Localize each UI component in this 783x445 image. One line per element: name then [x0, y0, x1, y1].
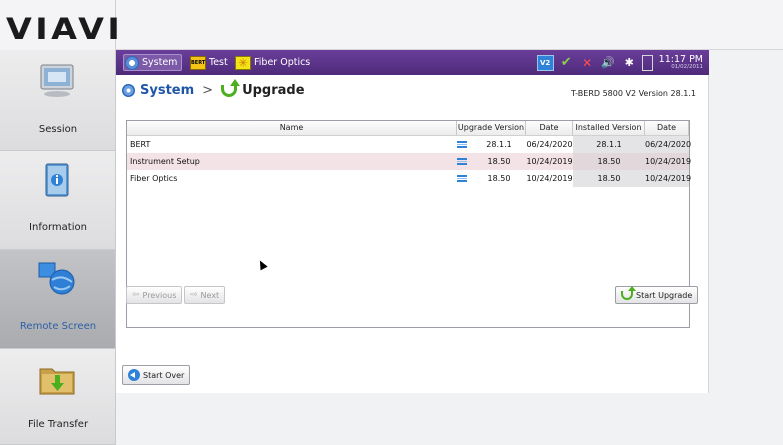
clock: 11:17 PM 01/02/2011	[659, 55, 703, 70]
nav-label-information: Information	[29, 222, 87, 233]
cell-installed-date: 10/24/2019	[645, 170, 691, 187]
start-upgrade-button[interactable]: Start Upgrade	[615, 285, 699, 304]
previous-button[interactable]: ⇦ Previous	[126, 286, 183, 304]
col-upgrade-version[interactable]: Upgrade Version	[457, 121, 526, 135]
cell-installed-version: 28.1.1	[573, 136, 645, 153]
nav-item-session[interactable]: Session	[0, 50, 116, 151]
cell-upgrade-date: 10/24/2019	[526, 157, 573, 166]
table-row[interactable]: Fiber Optics 18.50 10/24/2019 18.50 10/2…	[127, 170, 691, 187]
cell-name: Fiber Optics	[130, 174, 178, 183]
tab-test-label: Test	[209, 57, 228, 68]
row-menu-icon[interactable]	[457, 158, 467, 165]
product-version: T-BERD 5800 V2 Version 28.1.1	[571, 89, 696, 98]
system-gear-icon	[122, 84, 135, 97]
arrow-left-icon: ⇦	[132, 290, 140, 300]
nav-item-remote-screen[interactable]: Remote Screen	[0, 250, 116, 349]
col-upgrade-date[interactable]: Date	[526, 121, 573, 135]
fiber-optics-icon	[235, 55, 251, 70]
breadcrumb-system[interactable]: System	[140, 83, 194, 98]
cell-installed-version: 18.50	[573, 153, 645, 170]
tab-system[interactable]: System	[123, 54, 183, 71]
breadcrumb-separator: >	[202, 83, 214, 98]
previous-label: Previous	[142, 290, 177, 300]
info-book-icon	[45, 163, 69, 197]
left-nav: Session Information Remote Screen File T…	[0, 50, 116, 445]
nav-item-file-transfer[interactable]: File Transfer	[0, 349, 116, 445]
arrow-right-icon: ⇨	[190, 290, 198, 300]
app-header: VIAVI	[0, 0, 783, 50]
col-installed-date[interactable]: Date	[645, 121, 689, 135]
table-header: Name Upgrade Version Date Installed Vers…	[127, 121, 689, 136]
cell-name: Instrument Setup	[130, 157, 200, 166]
tab-fiber-optics-label: Fiber Optics	[254, 57, 311, 68]
next-button[interactable]: ⇨ Next	[184, 286, 226, 304]
nav-label-session: Session	[38, 124, 78, 135]
cell-installed-version: 18.50	[573, 170, 645, 187]
folder-download-icon	[39, 368, 75, 395]
wifi-off-icon[interactable]: ✕	[579, 55, 596, 71]
col-installed-version[interactable]: Installed Version	[573, 121, 645, 135]
tab-fiber-optics[interactable]: Fiber Optics	[235, 54, 310, 71]
lower-area	[116, 393, 709, 445]
test-bert-icon: BERT	[190, 55, 206, 70]
device-toolbar: System BERT Test Fiber Optics V2 ✔ ✕ 🔊 ✱…	[116, 50, 709, 75]
cell-upgrade-version: 18.50	[487, 174, 511, 183]
back-arrow-icon	[128, 369, 140, 381]
battery-icon[interactable]	[641, 54, 653, 71]
connection-check-icon[interactable]: ✔	[558, 55, 575, 71]
cell-upgrade-version: 18.50	[487, 157, 511, 166]
tab-test[interactable]: BERT Test	[190, 54, 228, 71]
breadcrumb: System > Upgrade	[122, 78, 305, 98]
table-row[interactable]: BERT 28.1.1 06/24/2020 28.1.1 06/24/2020	[127, 136, 691, 153]
row-menu-icon[interactable]	[457, 175, 467, 182]
clock-date: 01/02/2011	[671, 63, 703, 70]
next-label: Next	[200, 290, 220, 300]
logo-area: VIAVI	[0, 0, 120, 50]
nav-label-file-transfer: File Transfer	[27, 419, 89, 430]
upgrade-arrow-icon	[621, 285, 636, 300]
nav-label-remote-screen: Remote Screen	[19, 321, 97, 332]
viavi-remote-screen-app: VIAVI Session Information Remote Screen …	[0, 0, 783, 445]
vnc-icon[interactable]: V2	[536, 54, 554, 71]
remote-screen-panel: System BERT Test Fiber Optics V2 ✔ ✕ 🔊 ✱…	[116, 50, 709, 393]
gear-icon	[125, 55, 139, 70]
nav-item-information[interactable]: Information	[0, 151, 116, 250]
start-over-button[interactable]: Start Over	[122, 365, 191, 385]
monitor-icon	[40, 64, 74, 97]
right-margin	[709, 50, 783, 445]
cell-upgrade-date: 06/24/2020	[526, 140, 573, 149]
table-row[interactable]: Instrument Setup 18.50 10/24/2019 18.50 …	[127, 153, 691, 170]
col-name[interactable]: Name	[127, 121, 457, 135]
cell-installed-date: 06/24/2020	[645, 136, 691, 153]
cell-name: BERT	[130, 140, 151, 149]
speaker-icon[interactable]: 🔊	[600, 55, 617, 71]
start-over-label: Start Over	[143, 370, 185, 380]
row-menu-icon[interactable]	[457, 141, 467, 148]
status-area: V2 ✔ ✕ 🔊 ✱ 11:17 PM 01/02/2011	[536, 52, 703, 73]
upgrade-icon	[221, 78, 241, 97]
remote-globe-icon	[38, 262, 75, 295]
bluetooth-icon[interactable]: ✱	[621, 55, 638, 71]
start-upgrade-label: Start Upgrade	[636, 290, 693, 300]
page-title: Upgrade	[242, 83, 305, 98]
cell-upgrade-date: 10/24/2019	[526, 174, 573, 183]
tab-system-label: System	[142, 57, 178, 68]
cell-upgrade-version: 28.1.1	[486, 140, 512, 149]
viavi-logo: VIAVI	[6, 12, 124, 46]
cell-installed-date: 10/24/2019	[645, 153, 691, 170]
